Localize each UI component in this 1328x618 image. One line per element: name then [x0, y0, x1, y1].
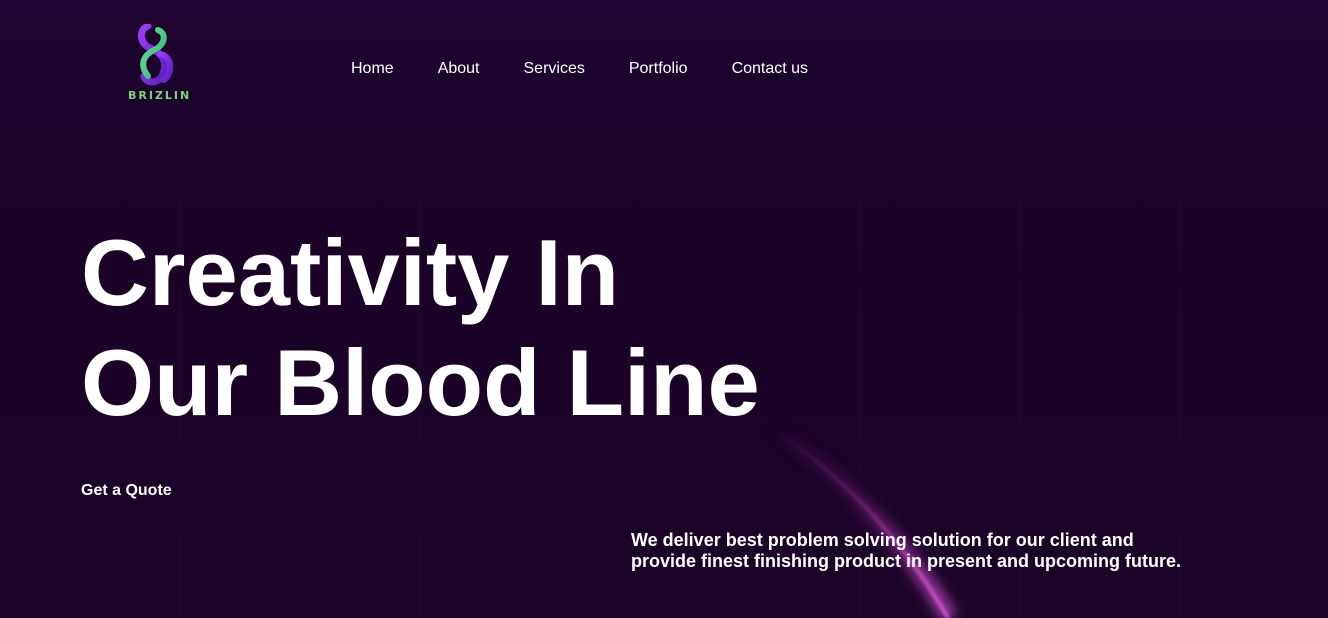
main-nav: Home About Services Portfolio Contact us	[351, 60, 852, 78]
hero-tagline: We deliver best problem solving solution…	[631, 530, 1231, 572]
hero-title-line-2: Our Blood Line	[81, 330, 760, 435]
page: BRIZLIN Home About Services Portfolio Co…	[0, 0, 1328, 618]
hero-tagline-line-2: provide finest finishing product in pres…	[631, 551, 1182, 571]
hero-tagline-line-1: We deliver best problem solving solution…	[631, 530, 1134, 550]
nav-item-services[interactable]: Services	[524, 60, 585, 78]
nav-item-contact[interactable]: Contact us	[732, 60, 808, 78]
hero-title: Creativity In Our Blood Line	[81, 218, 760, 438]
nav-item-home[interactable]: Home	[351, 60, 394, 78]
hero-title-line-1: Creativity In	[81, 220, 620, 325]
get-a-quote-button[interactable]: Get a Quote	[81, 482, 172, 500]
nav-item-about[interactable]: About	[438, 60, 480, 78]
brand-name: BRIZLIN	[128, 89, 192, 102]
brand-logo[interactable]: BRIZLIN	[126, 24, 190, 104]
site-header: BRIZLIN Home About Services Portfolio Co…	[0, 0, 1328, 120]
nav-item-portfolio[interactable]: Portfolio	[629, 60, 688, 78]
brizlin-b-logo-icon	[138, 24, 174, 86]
